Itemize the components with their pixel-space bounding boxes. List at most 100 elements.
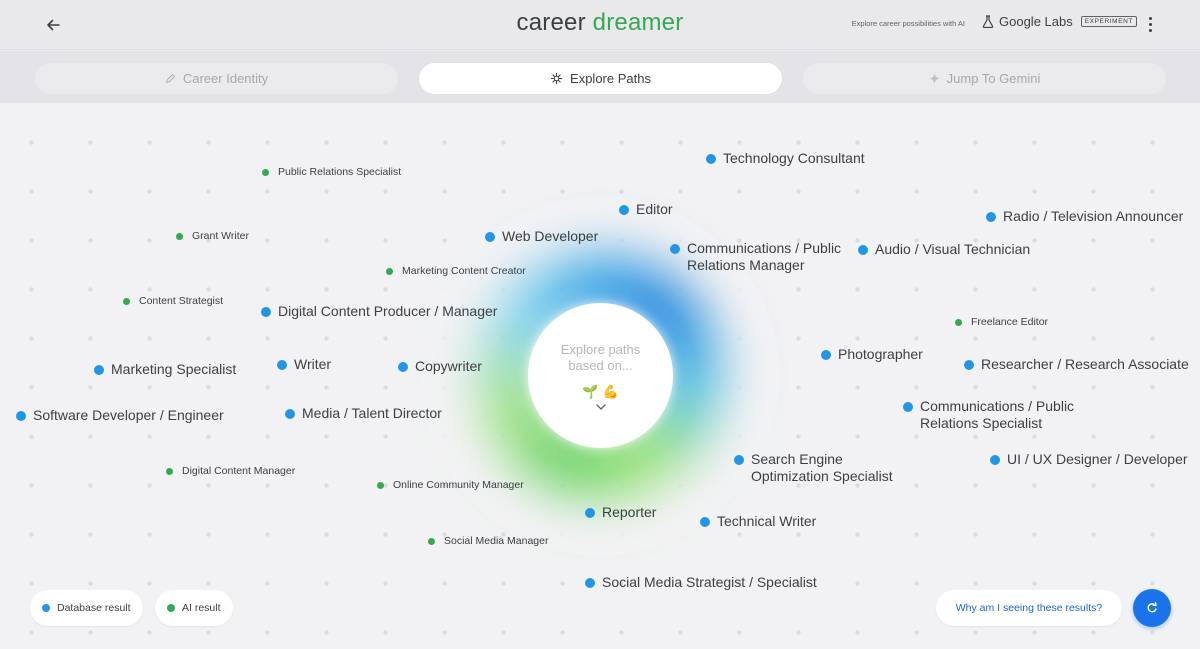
labs-label: Google Labs bbox=[999, 14, 1073, 29]
ai-dot bbox=[377, 482, 384, 489]
sprout-icon: 🌱 bbox=[582, 383, 599, 399]
database-dot bbox=[903, 402, 913, 412]
path-node-ai[interactable]: Marketing Content Creator bbox=[386, 265, 526, 278]
database-dot bbox=[485, 232, 495, 242]
path-node-database[interactable]: Digital Content Producer / Manager bbox=[261, 303, 497, 320]
ai-dot bbox=[386, 268, 393, 275]
explore-paths-center[interactable]: Explore paths based on... 🌱 💪 bbox=[528, 303, 673, 448]
ai-dot bbox=[262, 169, 269, 176]
database-dot bbox=[619, 205, 629, 215]
path-label: Copywriter bbox=[415, 358, 482, 374]
path-node-database[interactable]: Communications / Public Relations Specia… bbox=[903, 398, 1080, 432]
path-node-database[interactable]: Writer bbox=[277, 356, 331, 373]
database-dot bbox=[858, 245, 868, 255]
logo-part-dreamer: dreamer bbox=[592, 9, 684, 36]
logo-part-career: career bbox=[516, 9, 586, 36]
path-node-database[interactable]: Radio / Television Announcer bbox=[986, 208, 1183, 225]
path-node-ai[interactable]: Freelance Editor bbox=[955, 316, 1048, 329]
path-node-database[interactable]: Photographer bbox=[821, 346, 923, 363]
path-label: Communications / Public Relations Manage… bbox=[687, 240, 842, 273]
path-node-database[interactable]: Media / Talent Director bbox=[285, 405, 442, 422]
database-dot bbox=[964, 360, 974, 370]
database-dot bbox=[585, 508, 595, 518]
chevron-down-icon bbox=[595, 403, 606, 410]
path-label: Software Developer / Engineer bbox=[33, 407, 224, 423]
database-dot bbox=[94, 365, 104, 375]
flexed-biceps-icon: 💪 bbox=[602, 383, 619, 399]
tab-jump-to-gemini[interactable]: Jump To Gemini bbox=[803, 63, 1166, 94]
path-node-database[interactable]: Reporter bbox=[585, 504, 656, 521]
path-label: Writer bbox=[294, 356, 332, 372]
path-label: Grant Writer bbox=[192, 230, 249, 242]
path-node-database[interactable]: Technology Consultant bbox=[706, 150, 865, 167]
path-node-database[interactable]: Editor bbox=[619, 201, 673, 218]
path-node-database[interactable]: Software Developer / Engineer bbox=[16, 407, 224, 424]
tab-label: Jump To Gemini bbox=[946, 71, 1041, 86]
gemini-spark-icon bbox=[928, 73, 940, 84]
tab-label: Career Identity bbox=[182, 71, 269, 86]
path-node-database[interactable]: Communications / Public Relations Manage… bbox=[670, 240, 847, 274]
path-label: Freelance Editor bbox=[971, 316, 1049, 328]
database-legend-dot bbox=[42, 604, 50, 612]
back-arrow-icon[interactable] bbox=[40, 12, 66, 38]
path-label: Researcher / Research Associate bbox=[981, 356, 1189, 372]
database-dot bbox=[706, 154, 716, 164]
tab-bar: Career Identity Explore Paths Jump To Ge… bbox=[0, 51, 1200, 103]
path-node-ai[interactable]: Social Media Manager bbox=[428, 535, 548, 548]
path-node-database[interactable]: Audio / Visual Technician bbox=[858, 241, 1030, 258]
tab-career-identity[interactable]: Career Identity bbox=[35, 63, 398, 94]
database-dot bbox=[734, 455, 744, 465]
database-dot bbox=[670, 244, 680, 254]
database-dot bbox=[700, 517, 710, 527]
path-label: Marketing Specialist bbox=[111, 361, 237, 377]
path-node-ai[interactable]: Digital Content Manager bbox=[166, 465, 295, 478]
database-dot bbox=[285, 409, 295, 419]
path-label: Reporter bbox=[602, 504, 657, 520]
path-label: Social Media Manager bbox=[444, 535, 549, 547]
path-label: Content Strategist bbox=[139, 295, 224, 307]
path-label: Digital Content Manager bbox=[182, 465, 296, 477]
path-label: Communications / Public Relations Specia… bbox=[920, 398, 1075, 431]
database-dot bbox=[16, 411, 26, 421]
path-label: Media / Talent Director bbox=[302, 405, 442, 421]
database-dot bbox=[990, 455, 1000, 465]
path-label: Web Developer bbox=[502, 228, 599, 244]
path-label: Marketing Content Creator bbox=[402, 265, 526, 277]
path-label: Public Relations Specialist bbox=[278, 166, 402, 178]
google-labs-link[interactable]: Google Labs EXPERIMENT bbox=[982, 14, 1137, 29]
path-node-database[interactable]: UI / UX Designer / Developer bbox=[990, 451, 1188, 468]
ai-legend-dot bbox=[167, 604, 175, 612]
database-dot bbox=[986, 212, 996, 222]
path-node-database[interactable]: Marketing Specialist bbox=[94, 361, 236, 378]
tab-label: Explore Paths bbox=[570, 71, 651, 86]
refresh-icon[interactable] bbox=[1133, 589, 1171, 627]
database-dot bbox=[821, 350, 831, 360]
path-node-database[interactable]: Search Engine Optimization Specialist bbox=[734, 451, 901, 485]
sparkle-icon bbox=[551, 73, 563, 84]
path-label: Technical Writer bbox=[717, 513, 817, 529]
path-label: Digital Content Producer / Manager bbox=[278, 303, 498, 319]
why-results-button[interactable]: Why am I seeing these results? bbox=[936, 590, 1122, 626]
database-dot bbox=[277, 360, 287, 370]
path-node-ai[interactable]: Public Relations Specialist bbox=[262, 166, 401, 179]
path-node-database[interactable]: Technical Writer bbox=[700, 513, 816, 530]
tab-explore-paths[interactable]: Explore Paths bbox=[419, 63, 782, 94]
legend-label: AI result bbox=[182, 602, 221, 614]
path-node-database[interactable]: Web Developer bbox=[485, 228, 598, 245]
more-vert-icon[interactable] bbox=[1140, 12, 1160, 36]
ai-dot bbox=[166, 468, 173, 475]
path-node-database[interactable]: Social Media Strategist / Specialist bbox=[585, 574, 817, 591]
ai-dot bbox=[955, 319, 962, 326]
path-node-ai[interactable]: Grant Writer bbox=[176, 230, 249, 243]
experiment-badge: EXPERIMENT bbox=[1080, 16, 1137, 27]
path-label: Online Community Manager bbox=[393, 479, 524, 491]
path-label: Search Engine Optimization Specialist bbox=[751, 451, 893, 484]
top-bar: career dreamer Explore career possibilit… bbox=[0, 0, 1200, 50]
path-node-ai[interactable]: Online Community Manager bbox=[377, 479, 524, 492]
path-label: Editor bbox=[636, 201, 673, 217]
database-dot bbox=[585, 578, 595, 588]
pencil-icon bbox=[165, 73, 175, 84]
path-node-database[interactable]: Researcher / Research Associate bbox=[964, 356, 1189, 373]
path-node-ai[interactable]: Content Strategist bbox=[123, 295, 223, 308]
path-node-database[interactable]: Copywriter bbox=[398, 358, 482, 375]
